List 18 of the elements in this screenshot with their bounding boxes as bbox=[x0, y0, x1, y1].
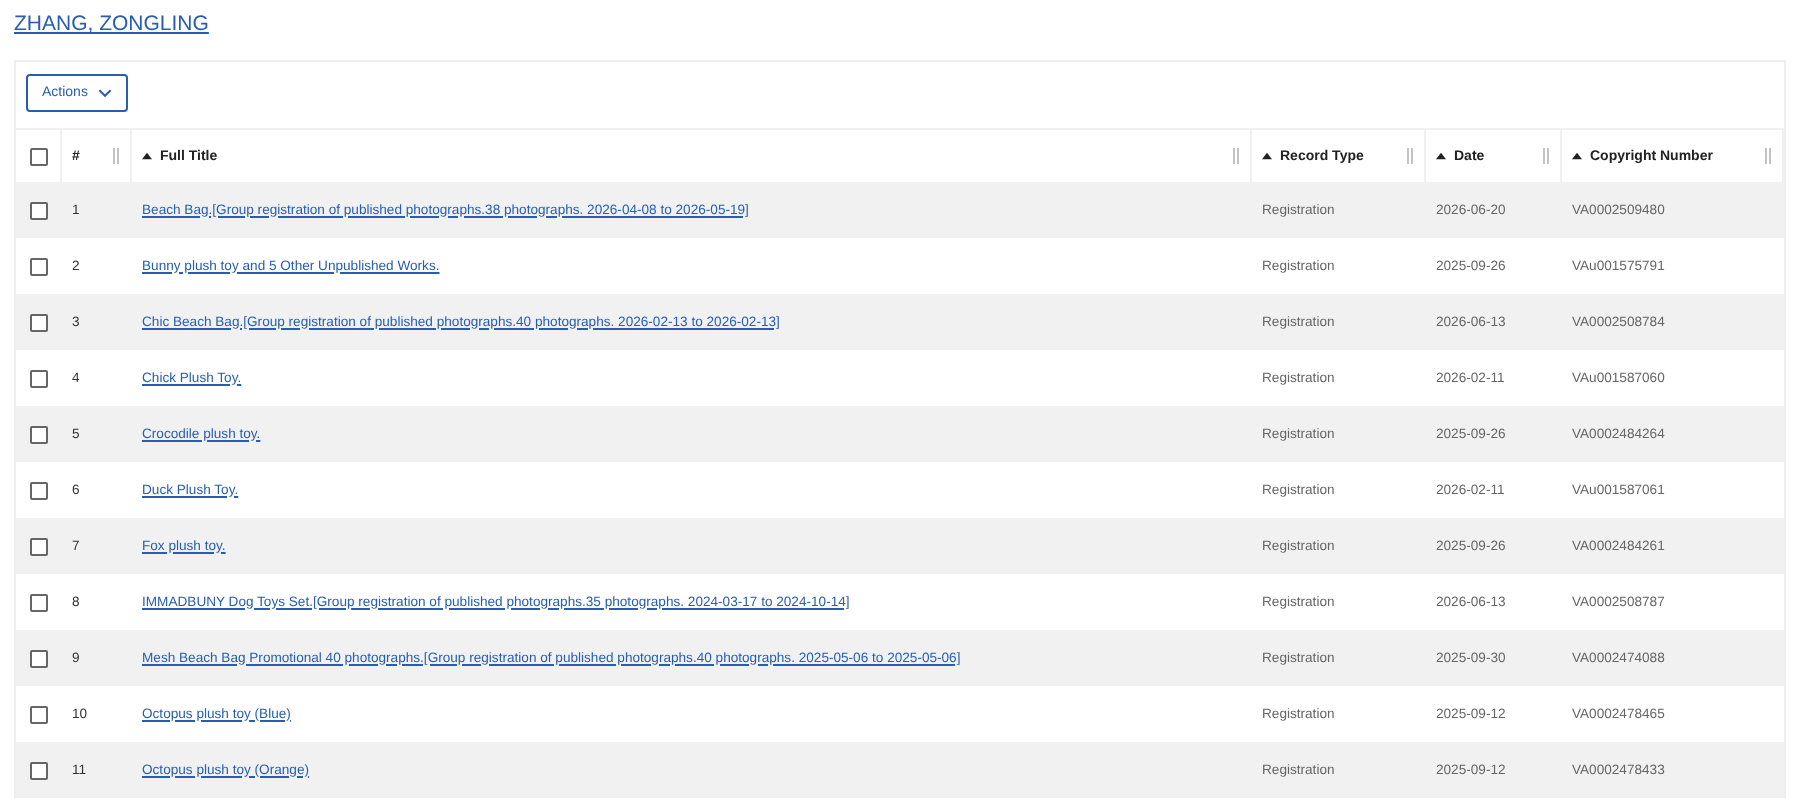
row-checkbox[interactable] bbox=[30, 593, 48, 611]
row-checkbox[interactable] bbox=[30, 369, 48, 387]
row-checkbox[interactable] bbox=[30, 761, 48, 779]
sort-arrow-icon[interactable] bbox=[1436, 152, 1446, 160]
row-checkbox[interactable] bbox=[30, 537, 48, 555]
row-checkbox[interactable] bbox=[30, 313, 48, 331]
owner-name-link[interactable]: ZHANG, ZONGLING bbox=[14, 12, 209, 36]
row-checkbox[interactable] bbox=[30, 257, 48, 275]
chevron-down-icon bbox=[97, 88, 112, 98]
select-all-checkbox[interactable] bbox=[29, 147, 47, 165]
row-checkbox[interactable] bbox=[30, 481, 48, 499]
row-checkbox[interactable] bbox=[30, 425, 48, 443]
sort-arrow-icon[interactable] bbox=[142, 152, 152, 160]
row-checkbox[interactable] bbox=[30, 705, 48, 723]
row-checkbox[interactable] bbox=[30, 201, 48, 219]
sort-arrow-icon[interactable] bbox=[1262, 152, 1272, 160]
sort-arrow-icon[interactable] bbox=[1572, 152, 1582, 160]
row-checkbox[interactable] bbox=[30, 649, 48, 667]
